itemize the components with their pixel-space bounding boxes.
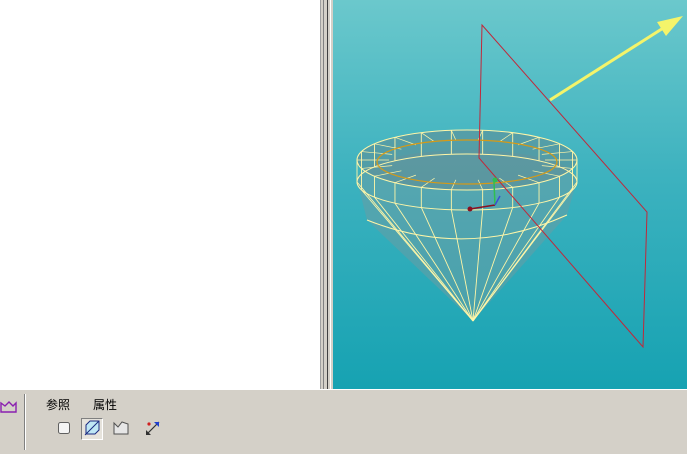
splitter-edge — [323, 0, 324, 389]
splitter-edge — [327, 0, 328, 389]
panel-splitter[interactable] — [321, 0, 332, 389]
direction-arrow[interactable] — [549, 16, 683, 102]
model-view-svg — [356, 16, 683, 349]
splitter-edge — [330, 0, 331, 389]
cut-surface-button[interactable] — [81, 418, 103, 440]
open-surface-button[interactable] — [110, 418, 132, 440]
graphics-viewport[interactable] — [333, 0, 687, 389]
flip-direction-button[interactable] — [142, 418, 164, 440]
flip-direction-icon — [144, 419, 162, 440]
tab-properties[interactable]: 属性 — [93, 396, 117, 413]
feature-dashboard: 参照 属性 — [0, 389, 687, 454]
square-surface-icon — [56, 420, 72, 439]
open-surface-icon — [112, 419, 130, 440]
tab-references[interactable]: 参照 — [46, 396, 70, 413]
model-tree-panel[interactable] — [0, 0, 321, 389]
cut-surface-icon — [83, 419, 101, 440]
dashboard-separator — [24, 394, 26, 450]
solid-type-button[interactable] — [53, 418, 75, 440]
surface-feature-icon[interactable] — [0, 398, 18, 416]
cone-model[interactable] — [356, 129, 578, 322]
cone-top-edge — [356, 129, 578, 191]
